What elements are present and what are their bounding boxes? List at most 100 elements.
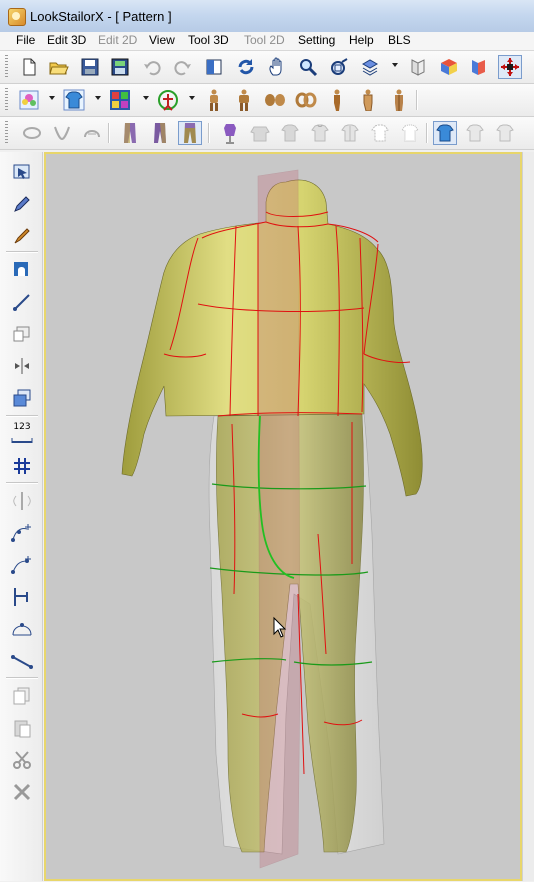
body-front-icon[interactable] — [202, 88, 226, 112]
left-toolbar-separator — [6, 482, 38, 484]
menu-tool-2d[interactable]: Tool 2D — [242, 33, 287, 47]
sculpt-icon[interactable] — [467, 55, 491, 79]
shirt-outline-icon[interactable] — [368, 121, 392, 145]
shirt-casual-icon[interactable] — [493, 121, 517, 145]
garment-toolbar — [0, 117, 534, 150]
dress-form-icon[interactable] — [218, 121, 242, 145]
grid-color-icon[interactable] — [108, 88, 132, 112]
menu-file[interactable]: File — [14, 33, 37, 47]
mirror-line-icon[interactable] — [10, 489, 34, 513]
redo-icon[interactable] — [171, 55, 195, 79]
toolbar-separator — [108, 123, 110, 143]
display-mode-icon[interactable] — [406, 55, 430, 79]
pants-wide-icon[interactable] — [148, 121, 172, 145]
menu-bar: File Edit 3D Edit 2D View Tool 3D Tool 2… — [0, 32, 534, 51]
toolbar-grip[interactable] — [5, 88, 8, 112]
menu-edit-2d[interactable]: Edit 2D — [96, 33, 139, 47]
body-outline-icon[interactable] — [356, 88, 380, 112]
zoom-icon[interactable] — [296, 55, 320, 79]
select-pattern-icon[interactable] — [10, 160, 34, 184]
left-toolbar-separator — [6, 677, 38, 679]
toolbar-grip[interactable] — [5, 55, 8, 79]
menu-edit-3d[interactable]: Edit 3D — [45, 33, 88, 47]
3d-viewport[interactable] — [44, 152, 522, 881]
arc-icon[interactable] — [10, 617, 34, 641]
left-toolbar-separator — [6, 251, 38, 253]
move-axis-icon[interactable] — [498, 55, 522, 79]
layer-stack-icon[interactable] — [10, 386, 34, 410]
brush-icon[interactable] — [10, 224, 34, 248]
pants-long-icon[interactable] — [118, 121, 142, 145]
avatar-scene[interactable] — [46, 154, 520, 879]
app-icon — [8, 8, 26, 26]
left-toolbar: 123 — [0, 152, 43, 881]
texture-move-icon[interactable] — [10, 258, 34, 282]
curve-add-icon[interactable] — [10, 521, 34, 545]
delete-icon[interactable] — [10, 780, 34, 804]
pan-hand-icon[interactable] — [265, 55, 289, 79]
viewport-right-border — [522, 152, 534, 881]
toolbar-grip[interactable] — [5, 121, 8, 145]
copy-shape-icon[interactable] — [10, 322, 34, 346]
body-side-icon[interactable] — [325, 88, 349, 112]
menu-bls[interactable]: BLS — [386, 33, 413, 47]
paste-icon[interactable] — [10, 716, 34, 740]
symmetry-icon[interactable] — [10, 354, 34, 378]
open-icon[interactable] — [47, 55, 71, 79]
straight-icon[interactable] — [10, 649, 34, 673]
body-mirror-icon[interactable] — [387, 88, 411, 112]
menu-tool-3d[interactable]: Tool 3D — [186, 33, 231, 47]
garment-dropdown-icon[interactable] — [95, 96, 101, 100]
fit-view-icon[interactable] — [327, 55, 351, 79]
avatar-pose-icon[interactable] — [156, 88, 180, 112]
undo-icon[interactable] — [140, 55, 164, 79]
texture-icon[interactable] — [17, 88, 41, 112]
garment-icon[interactable] — [62, 88, 86, 112]
pants-active-icon[interactable] — [178, 121, 202, 145]
cut-icon[interactable] — [10, 748, 34, 772]
measure-123-icon[interactable]: 123 — [10, 422, 34, 446]
pencil-icon[interactable] — [10, 192, 34, 216]
collar-hood-icon[interactable] — [80, 121, 104, 145]
top-open-icon[interactable] — [338, 121, 362, 145]
body-parts-icon[interactable] — [263, 88, 287, 112]
rotate-icon[interactable] — [234, 55, 258, 79]
toolbar-separator — [416, 90, 418, 110]
menu-help[interactable]: Help — [347, 33, 376, 47]
body-segments-icon[interactable] — [294, 88, 318, 112]
title-bar: LookStailorX - [ Pattern ] — [0, 0, 534, 33]
toolbar-separator — [208, 123, 210, 143]
front-side-icon[interactable] — [437, 55, 461, 79]
copy-icon[interactable] — [10, 684, 34, 708]
grid-color-dropdown-icon[interactable] — [143, 96, 149, 100]
layers-icon[interactable] — [358, 55, 382, 79]
split-view-icon[interactable] — [202, 55, 226, 79]
grid-snap-icon[interactable] — [10, 454, 34, 478]
body-back-icon[interactable] — [232, 88, 256, 112]
collar-round-icon[interactable] — [20, 121, 44, 145]
shirt-long-icon[interactable] — [463, 121, 487, 145]
new-icon[interactable] — [17, 55, 41, 79]
measure-label: 123 — [13, 421, 31, 432]
seam-join-icon[interactable] — [10, 585, 34, 609]
collar-v-icon[interactable] — [50, 121, 74, 145]
menu-setting[interactable]: Setting — [296, 33, 337, 47]
avatar-pose-dropdown-icon[interactable] — [189, 96, 195, 100]
save-icon[interactable] — [78, 55, 102, 79]
top-plain-icon[interactable] — [248, 121, 272, 145]
top-short-icon[interactable] — [278, 121, 302, 145]
toolbar-separator — [426, 123, 428, 143]
line-draw-icon[interactable] — [10, 290, 34, 314]
texture-dropdown-icon[interactable] — [49, 96, 55, 100]
curve-edit-icon[interactable] — [10, 553, 34, 577]
top-crew-icon[interactable] — [308, 121, 332, 145]
layers-dropdown-icon[interactable] — [392, 63, 398, 67]
main-toolbar — [0, 51, 534, 84]
left-toolbar-separator — [6, 415, 38, 417]
shirt-blue-icon[interactable] — [433, 121, 457, 145]
shirt-check-icon[interactable] — [398, 121, 422, 145]
body-toolbar — [0, 84, 534, 117]
save-all-icon[interactable] — [108, 55, 132, 79]
window-title: LookStailorX - [ Pattern ] — [30, 9, 172, 24]
menu-view[interactable]: View — [147, 33, 177, 47]
